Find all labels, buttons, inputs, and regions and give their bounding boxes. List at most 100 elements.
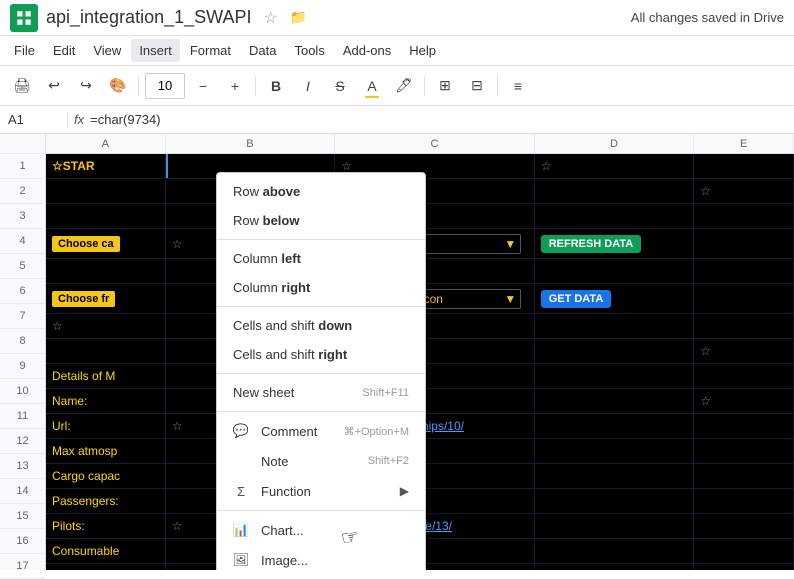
- insert-col-left[interactable]: Column left: [217, 244, 425, 273]
- cell-e14[interactable]: [694, 489, 794, 513]
- col-header-e[interactable]: E: [694, 134, 794, 153]
- row-num-4[interactable]: 4: [0, 229, 45, 254]
- insert-cells-down[interactable]: Cells and shift down: [217, 311, 425, 340]
- row-num-14[interactable]: 14: [0, 479, 45, 504]
- row-num-2[interactable]: 2: [0, 179, 45, 204]
- cell-e10[interactable]: ☆: [694, 389, 794, 413]
- cell-a7[interactable]: ☆: [46, 314, 166, 338]
- align-button[interactable]: ≡: [504, 72, 532, 100]
- cell-a14[interactable]: Passengers:: [46, 489, 166, 513]
- cell-d9[interactable]: [535, 364, 695, 388]
- cell-a5[interactable]: [46, 259, 166, 283]
- cell-e7[interactable]: [694, 314, 794, 338]
- cell-e6[interactable]: [694, 284, 794, 313]
- cell-d8[interactable]: [535, 339, 695, 363]
- cell-a1[interactable]: ☆ STAR: [46, 154, 166, 178]
- row-num-1[interactable]: 1: [0, 154, 45, 179]
- menu-view[interactable]: View: [85, 39, 129, 62]
- cell-e12[interactable]: [694, 439, 794, 463]
- cell-e9[interactable]: [694, 364, 794, 388]
- row-num-8[interactable]: 8: [0, 329, 45, 354]
- insert-col-right[interactable]: Column right: [217, 273, 425, 302]
- cell-e3[interactable]: [694, 204, 794, 228]
- insert-note[interactable]: Note Shift+F2: [217, 446, 425, 476]
- cell-a10[interactable]: Name:: [46, 389, 166, 413]
- cell-a6[interactable]: Choose fr: [46, 284, 166, 313]
- paint-format-button[interactable]: 🎨: [104, 72, 132, 100]
- font-size-dec[interactable]: −: [189, 72, 217, 100]
- cell-a2[interactable]: [46, 179, 166, 203]
- cell-d7[interactable]: [535, 314, 695, 338]
- cell-d3[interactable]: [535, 204, 695, 228]
- cell-a12[interactable]: Max atmosp: [46, 439, 166, 463]
- cell-d2[interactable]: [535, 179, 695, 203]
- menu-data[interactable]: Data: [241, 39, 284, 62]
- cell-d16[interactable]: [535, 539, 695, 563]
- row-num-9[interactable]: 9: [0, 354, 45, 379]
- cell-a3[interactable]: [46, 204, 166, 228]
- cell-d17[interactable]: [535, 564, 695, 570]
- menu-insert[interactable]: Insert: [131, 39, 180, 62]
- col-header-a[interactable]: A: [46, 134, 166, 153]
- font-size[interactable]: 10: [145, 73, 185, 99]
- insert-function[interactable]: Σ Function ▶: [217, 476, 425, 506]
- cell-a15[interactable]: Pilots:: [46, 514, 166, 538]
- cell-d15[interactable]: [535, 514, 695, 538]
- merge-button[interactable]: ⊟: [463, 72, 491, 100]
- redo-button[interactable]: ↪: [72, 72, 100, 100]
- get-data-button[interactable]: GET DATA: [541, 290, 612, 308]
- cell-a13[interactable]: Cargo capac: [46, 464, 166, 488]
- cell-d4[interactable]: REFRESH DATA: [535, 229, 695, 258]
- row-num-16[interactable]: 16: [0, 529, 45, 554]
- cell-d14[interactable]: [535, 489, 695, 513]
- cell-e16[interactable]: [694, 539, 794, 563]
- row-num-12[interactable]: 12: [0, 429, 45, 454]
- cell-d11[interactable]: [535, 414, 695, 438]
- cell-e8[interactable]: ☆: [694, 339, 794, 363]
- menu-help[interactable]: Help: [401, 39, 444, 62]
- cell-e5[interactable]: [694, 259, 794, 283]
- cell-e17[interactable]: ☆: [694, 564, 794, 570]
- cell-d12[interactable]: [535, 439, 695, 463]
- formula-content[interactable]: =char(9734): [90, 112, 160, 127]
- font-size-inc[interactable]: +: [221, 72, 249, 100]
- strikethrough-button[interactable]: S: [326, 72, 354, 100]
- cell-e1[interactable]: [694, 154, 794, 178]
- row-num-13[interactable]: 13: [0, 454, 45, 479]
- cell-e4[interactable]: [694, 229, 794, 258]
- insert-chart[interactable]: 📊 Chart...: [217, 515, 425, 545]
- menu-tools[interactable]: Tools: [286, 39, 332, 62]
- row-num-7[interactable]: 7: [0, 304, 45, 329]
- bold-button[interactable]: B: [262, 72, 290, 100]
- cell-a16[interactable]: Consumable: [46, 539, 166, 563]
- cell-reference[interactable]: A1: [8, 112, 68, 127]
- cell-e11[interactable]: [694, 414, 794, 438]
- menu-edit[interactable]: Edit: [45, 39, 83, 62]
- cell-d10[interactable]: [535, 389, 695, 413]
- row-num-10[interactable]: 10: [0, 379, 45, 404]
- insert-image[interactable]: 🖼 Image...: [217, 545, 425, 570]
- cell-a4[interactable]: Choose ca: [46, 229, 166, 258]
- menu-addons[interactable]: Add-ons: [335, 39, 399, 62]
- cell-e15[interactable]: [694, 514, 794, 538]
- menu-file[interactable]: File: [6, 39, 43, 62]
- row-num-3[interactable]: 3: [0, 204, 45, 229]
- undo-button[interactable]: ↩: [40, 72, 68, 100]
- menu-format[interactable]: Format: [182, 39, 239, 62]
- row-num-5[interactable]: 5: [0, 254, 45, 279]
- highlight-button[interactable]: 🖊: [390, 72, 418, 100]
- row-num-15[interactable]: 15: [0, 504, 45, 529]
- row-num-11[interactable]: 11: [0, 404, 45, 429]
- cell-a17[interactable]: MGLT:: [46, 564, 166, 570]
- insert-row-above[interactable]: Row above: [217, 177, 425, 206]
- col-header-c[interactable]: C: [335, 134, 534, 153]
- col-header-d[interactable]: D: [535, 134, 695, 153]
- cell-e13[interactable]: [694, 464, 794, 488]
- refresh-button[interactable]: REFRESH DATA: [541, 235, 642, 253]
- new-sheet[interactable]: New sheet Shift+F11: [217, 378, 425, 407]
- folder-icon[interactable]: 📁: [290, 9, 307, 26]
- cell-a11[interactable]: Url:: [46, 414, 166, 438]
- insert-row-below[interactable]: Row below: [217, 206, 425, 235]
- row-num-6[interactable]: 6: [0, 279, 45, 304]
- italic-button[interactable]: I: [294, 72, 322, 100]
